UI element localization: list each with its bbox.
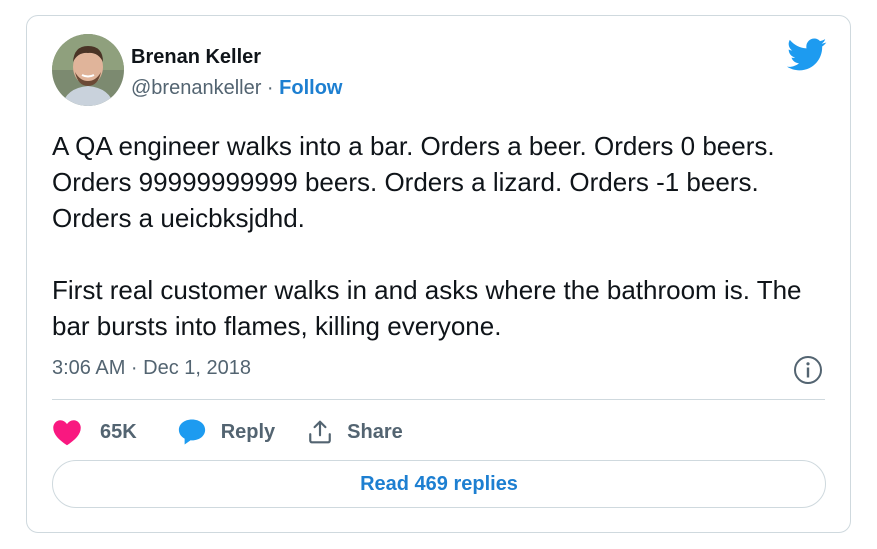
handle-separator: · [261, 77, 280, 99]
speech-bubble-icon [177, 418, 207, 446]
twitter-bird-icon[interactable] [787, 38, 827, 72]
share-button[interactable]: Share [307, 418, 403, 446]
like-count: 65K [100, 420, 137, 443]
avatar[interactable] [52, 34, 124, 106]
share-label: Share [347, 420, 403, 443]
heart-icon [52, 418, 82, 446]
reply-button[interactable]: Reply [177, 418, 275, 446]
author-name[interactable]: Brenan Keller [131, 46, 261, 69]
info-circle-icon[interactable] [793, 355, 823, 385]
author-handle[interactable]: @brenankeller [131, 77, 261, 99]
follow-button[interactable]: Follow [279, 77, 342, 99]
tweet-timestamp[interactable]: 3:06 AM · Dec 1, 2018 [52, 357, 251, 380]
author-handle-line: @brenankeller · Follow [131, 77, 342, 100]
like-button[interactable]: 65K [52, 418, 137, 446]
divider [52, 399, 825, 400]
embedded-tweet-card: Brenan Keller @brenankeller · Follow A Q… [26, 15, 851, 533]
tweet-text: A QA engineer walks into a bar. Orders a… [52, 131, 802, 341]
tweet-actions: 65K Reply Share [52, 414, 403, 450]
read-replies-button[interactable]: Read 469 replies [52, 460, 826, 508]
reply-label: Reply [220, 420, 276, 443]
share-upload-icon [307, 418, 333, 446]
